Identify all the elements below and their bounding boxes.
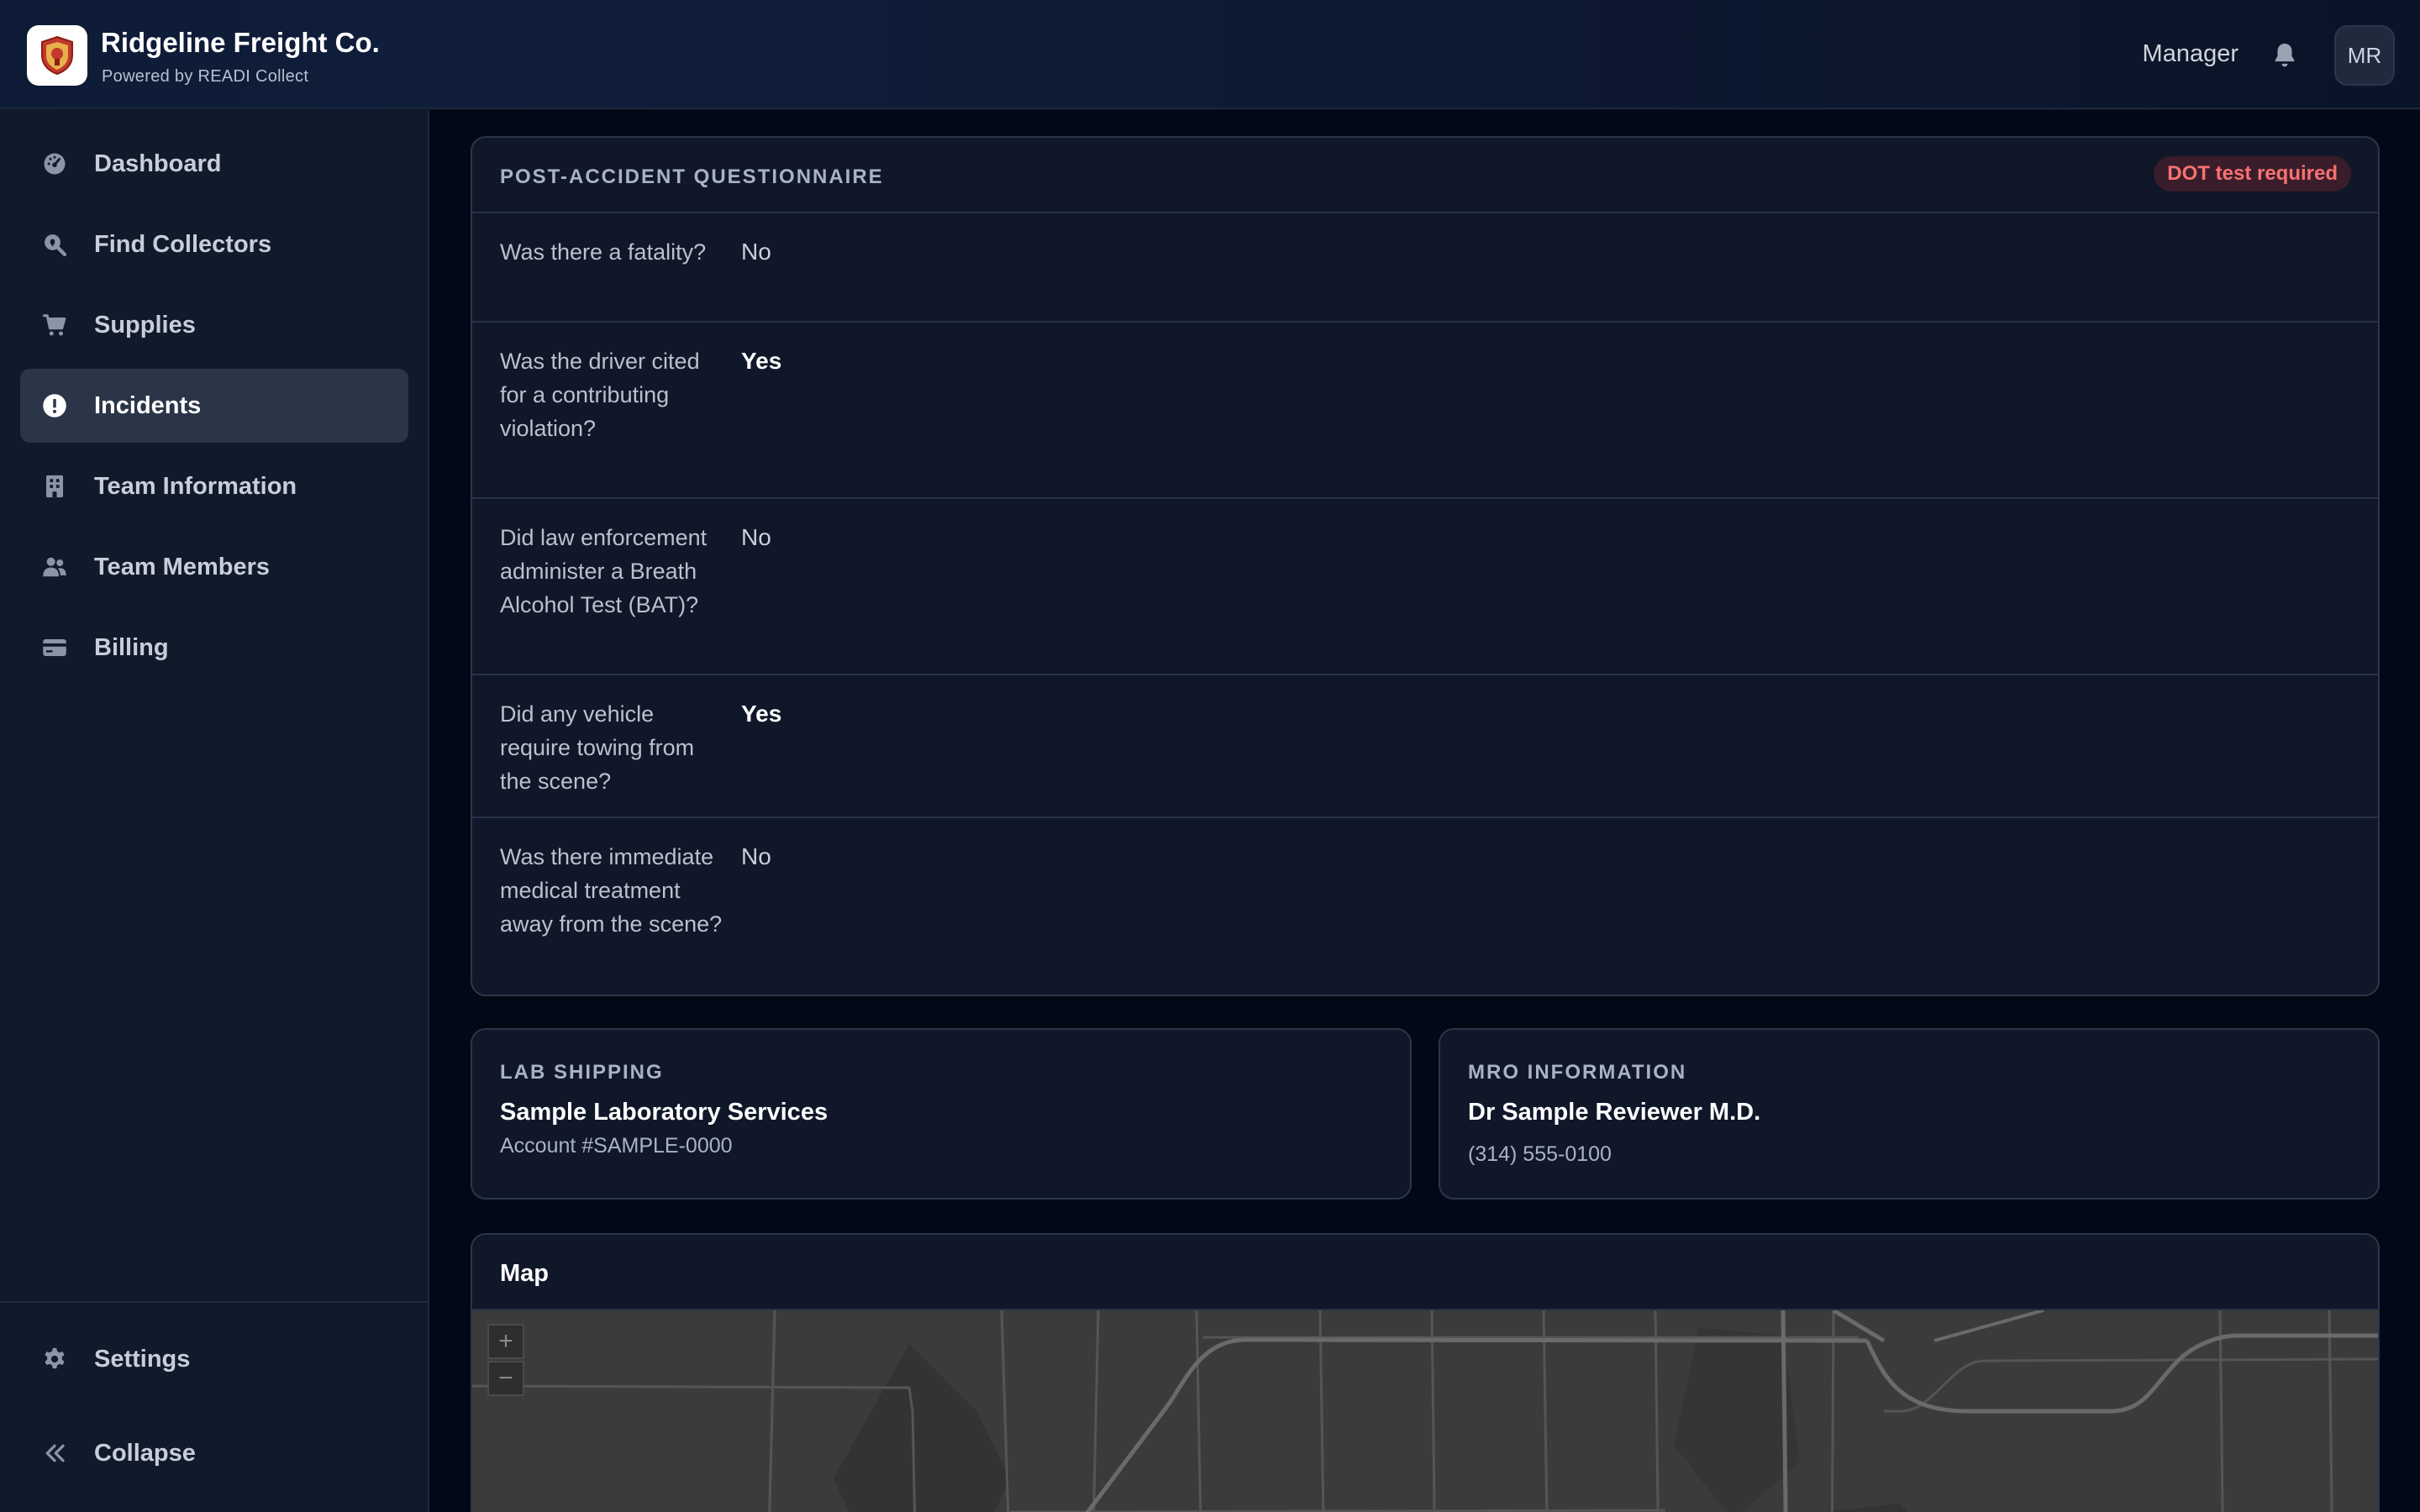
sidebar-item-label: Settings [94, 1346, 191, 1373]
chevrons-left-icon [45, 1444, 65, 1462]
cart-icon [43, 314, 66, 336]
lab-account-number: Account #SAMPLE-0000 [500, 1134, 733, 1158]
brand-name: Ridgeline Freight Co. [101, 27, 380, 58]
card-header: Map [472, 1235, 2378, 1310]
company-logo[interactable] [27, 25, 87, 86]
role-switcher[interactable]: Manager [2143, 40, 2238, 68]
alert-circle-icon [43, 394, 66, 417]
post-accident-questionnaire-card: POST-ACCIDENT QUESTIONNAIRE DOT test req… [471, 136, 2380, 996]
sidebar-item-label: Billing [94, 634, 169, 661]
user-avatar[interactable]: MR [2334, 25, 2395, 86]
questionnaire-row: Did law enforcement administer a Breath … [472, 499, 2378, 675]
sidebar-item-label: Dashboard [94, 150, 222, 177]
lab-shipping-card: LAB SHIPPING Sample Laboratory Services … [471, 1028, 1412, 1200]
brand-subtitle: Powered by READI Collect [102, 67, 309, 86]
main-content: POST-ACCIDENT QUESTIONNAIRE DOT test req… [429, 110, 2420, 1512]
bell-icon[interactable] [2270, 40, 2299, 71]
dashboard-gauge-icon [44, 153, 66, 175]
questionnaire-row: Did any vehicle require towing from the … [472, 675, 2378, 818]
sidebar-collapse-button[interactable]: Collapse [20, 1416, 408, 1490]
sidebar-item-label: Supplies [94, 312, 196, 339]
answer-value: No [741, 239, 771, 265]
map-zoom-out-button[interactable]: − [487, 1361, 524, 1396]
answer-value: Yes [741, 701, 782, 727]
section-title: LAB SHIPPING [500, 1061, 664, 1084]
mro-name: Dr Sample Reviewer M.D. [1468, 1099, 1761, 1126]
building-icon [46, 475, 63, 498]
credit-card-icon [43, 639, 66, 656]
top-bar: Ridgeline Freight Co. Powered by READI C… [0, 0, 2420, 109]
map-card: Map + − [471, 1233, 2380, 1512]
answer-value: No [741, 524, 771, 550]
sidebar-item-settings[interactable]: Settings [20, 1322, 408, 1396]
search-location-icon [45, 234, 67, 257]
section-title: MRO INFORMATION [1468, 1061, 1687, 1084]
answer-value: No [741, 843, 771, 869]
map-canvas[interactable]: + − [472, 1310, 2378, 1512]
map-zoom-in-button[interactable]: + [487, 1324, 524, 1359]
question-text: Did any vehicle require towing from the … [500, 701, 695, 794]
users-icon [43, 557, 66, 577]
questionnaire-row: Was there immediate medical treatment aw… [472, 818, 2378, 995]
sidebar-item-incidents[interactable]: Incidents [20, 369, 408, 443]
questionnaire-row: Was the driver cited for a contributing … [472, 323, 2378, 499]
sidebar-item-label: Team Information [94, 473, 297, 500]
sidebar-item-billing[interactable]: Billing [20, 611, 408, 685]
mro-information-card: MRO INFORMATION Dr Sample Reviewer M.D. … [1439, 1028, 2380, 1200]
sidebar-item-supplies[interactable]: Supplies [20, 288, 408, 362]
answer-value: Yes [741, 348, 782, 374]
card-header: POST-ACCIDENT QUESTIONNAIRE DOT test req… [472, 138, 2378, 213]
sidebar-item-label: Team Members [94, 554, 270, 580]
sidebar-item-label: Find Collectors [94, 231, 272, 258]
gear-icon [45, 1347, 65, 1369]
questionnaire-row: Was there a fatality? No [472, 213, 2378, 323]
sidebar-item-team-information[interactable]: Team Information [20, 449, 408, 523]
question-text: Was the driver cited for a contributing … [500, 349, 700, 441]
sidebar-item-find-collectors[interactable]: Find Collectors [20, 207, 408, 281]
section-title: POST-ACCIDENT QUESTIONNAIRE [500, 165, 884, 188]
map-title: Map [500, 1260, 549, 1287]
lab-name: Sample Laboratory Services [500, 1099, 829, 1126]
question-text: Was there immediate medical treatment aw… [500, 844, 723, 937]
sidebar-item-dashboard[interactable]: Dashboard [20, 127, 408, 201]
sidebar: Dashboard Find Collectors Supplies Incid… [0, 110, 429, 1512]
sidebar-item-label: Collapse [94, 1440, 196, 1467]
sidebar-item-team-members[interactable]: Team Members [20, 530, 408, 604]
sidebar-divider [0, 1301, 428, 1303]
shield-logo-icon [41, 35, 73, 76]
mro-phone[interactable]: (314) 555-0100 [1468, 1142, 1612, 1167]
map-streets-layer [472, 1310, 2378, 1512]
question-text: Did law enforcement administer a Breath … [500, 525, 708, 617]
dot-required-badge: DOT test required [2154, 156, 2351, 192]
sidebar-item-label: Incidents [94, 392, 202, 419]
question-text: Was there a fatality? [500, 239, 707, 265]
